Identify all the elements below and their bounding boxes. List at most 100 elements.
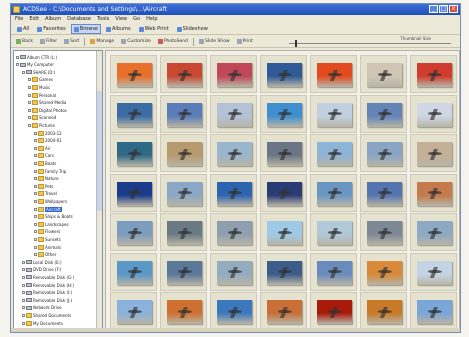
thumbnail-tile[interactable] [160,213,207,251]
tree-item[interactable]: My Computer [16,62,54,68]
expand-icon[interactable] [34,222,37,226]
thumbnail-tile[interactable] [410,292,457,330]
expand-icon[interactable] [22,298,25,302]
thumbnail-tile[interactable] [210,213,257,251]
expand-icon[interactable] [22,321,25,325]
sort-button[interactable]: Sort [62,38,81,46]
thumbnail-tile[interactable] [410,173,457,212]
mode-browse-button[interactable]: Browse [70,24,102,34]
customize-button[interactable]: Customize [119,38,153,46]
tree-item[interactable]: Removable Disk (H:) [22,282,74,288]
maximize-button[interactable]: □ [439,5,448,13]
thumbnail-tile[interactable] [260,94,307,133]
thumbnail-tile[interactable] [160,292,207,330]
mode-albums-button[interactable]: Albums [103,24,134,34]
thumbnail-tile[interactable] [310,252,357,291]
mode-favorites-button[interactable]: Favorites [34,24,69,34]
expand-icon[interactable] [34,230,37,234]
tree-item[interactable]: Flowers [34,229,60,235]
thumbnail-tile[interactable] [160,94,207,133]
menu-database[interactable]: Database [67,15,91,24]
thumbnail-tile[interactable] [410,94,457,133]
back-button[interactable]: Back [14,38,35,46]
tree-item[interactable]: Pictures [28,122,55,128]
scrollbar-thumb[interactable] [97,91,102,211]
expand-icon[interactable] [22,260,25,264]
thumbnail-tile[interactable] [360,292,407,330]
thumbnail-tile[interactable] [310,292,357,330]
tree-item[interactable]: SHARE (D:) [22,69,55,75]
expand-icon[interactable] [34,146,37,150]
menu-edit[interactable]: Edit [29,15,39,24]
expand-icon[interactable] [34,139,37,143]
tree-item[interactable]: Music [28,84,50,90]
expand-icon[interactable] [22,70,25,74]
thumbnail-tile[interactable] [160,173,207,212]
tree-item[interactable]: Games [28,77,53,83]
thumbnail-tile[interactable] [260,55,307,93]
menu-tools[interactable]: Tools [97,15,109,24]
tree-item[interactable]: Local Disk (E:) [22,259,62,265]
tree-item[interactable]: Shared Documents [22,312,71,318]
thumbnail-tile[interactable] [160,55,207,93]
expand-icon[interactable] [28,116,31,120]
menu-album[interactable]: Album [45,15,61,24]
tree-item[interactable]: Pets [34,183,53,189]
tree-item[interactable]: Sunsets [34,236,61,242]
expand-icon[interactable] [28,108,31,112]
thumbnail-tile[interactable] [110,173,157,212]
tree-item[interactable]: Wallpapers [34,198,67,204]
slide-show-button[interactable]: Slide Show [197,38,232,46]
thumbnail-tile[interactable] [410,252,457,291]
thumbnail-tile[interactable] [310,173,357,212]
expand-icon[interactable] [34,154,37,158]
tree-item[interactable]: Album CTR (L:) [16,54,57,60]
tree-item[interactable]: Nature [34,176,59,182]
thumbnail-tile[interactable] [360,94,407,133]
tree-item[interactable]: Ships & Boats [34,214,73,220]
tree-item[interactable]: DVD Drive (F:) [22,267,62,273]
tree-item[interactable]: Air [34,145,51,151]
expand-icon[interactable] [34,237,37,241]
thumbnail-tile[interactable] [260,134,307,172]
tree-item[interactable]: Animals [34,244,61,250]
thumbnail-tile[interactable] [260,252,307,291]
expand-icon[interactable] [22,283,25,287]
thumbnail-tile[interactable] [110,55,157,93]
expand-icon[interactable] [34,192,37,196]
expand-icon[interactable] [34,207,37,211]
tree-item[interactable]: Removable Disk (G:) [22,274,74,280]
tree-item[interactable]: 2004-01 [34,138,62,144]
tree-item[interactable]: Removable Disk (I:) [22,290,72,296]
tree-scrollbar[interactable] [96,51,102,331]
filter-button[interactable]: Filter [38,38,59,46]
tree-item[interactable]: Other [34,252,56,258]
expand-icon[interactable] [34,245,37,249]
expand-icon[interactable] [34,161,37,165]
expand-icon[interactable] [28,85,31,89]
slider-thumb[interactable] [295,40,297,47]
expand-icon[interactable] [22,306,25,310]
thumbnail-tile[interactable] [360,55,407,93]
thumbnail-tile[interactable] [360,252,407,291]
thumbnail-tile[interactable] [110,94,157,133]
close-button[interactable]: x [449,5,458,13]
thumbnail-tile[interactable] [210,55,257,93]
menu-view[interactable]: View [115,15,127,24]
thumbnail-tile[interactable] [410,213,457,251]
tree-item[interactable]: Boats [34,160,56,166]
thumbnail-tile[interactable] [210,134,257,172]
menu-file[interactable]: File [15,15,23,24]
thumbnail-tile[interactable] [110,134,157,172]
thumbnail-tile[interactable] [260,173,307,212]
thumbnail-tile[interactable] [310,134,357,172]
expand-icon[interactable] [28,78,31,82]
expand-icon[interactable] [16,63,19,67]
thumbnail-tile[interactable] [360,173,407,212]
thumbnail-tile[interactable] [110,252,157,291]
tree-item[interactable]: Personal [28,92,56,98]
thumbnail-tile[interactable] [360,213,407,251]
expand-icon[interactable] [22,291,25,295]
thumbnail-tile[interactable] [260,213,307,251]
minimize-button[interactable]: _ [429,5,438,13]
